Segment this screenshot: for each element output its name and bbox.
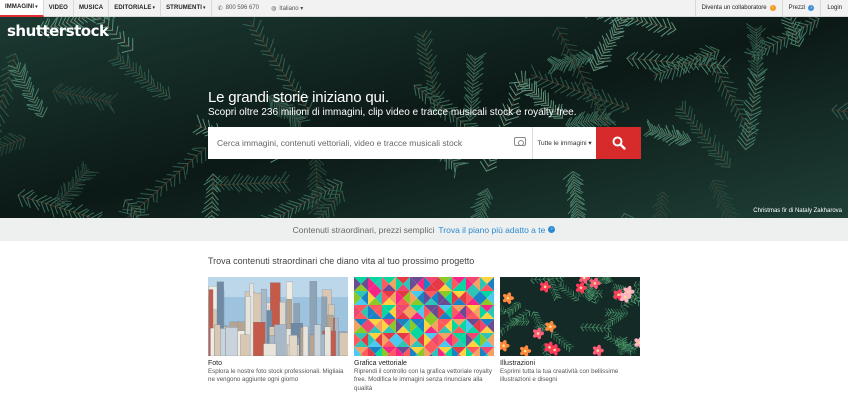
promo-strip: Contenuti straordinari, prezzi semplici … xyxy=(0,218,848,241)
phone-number: 800 596 670 xyxy=(225,5,260,11)
login-link[interactable]: Login xyxy=(820,0,848,17)
nav-tools[interactable]: STRUMENTI ▾ xyxy=(161,0,212,17)
section-title: Trova contenuti straordinari che diano v… xyxy=(208,256,475,266)
language-label: Italiano ▾ xyxy=(279,5,304,12)
arrow-right-icon: › xyxy=(769,5,776,11)
search-input[interactable]: Cerca immagini, contenuti vettoriali, vi… xyxy=(208,127,532,159)
nav-video-label: VIDEO xyxy=(48,5,68,11)
contributor-link[interactable]: Diventa un collaboratore › xyxy=(694,0,782,17)
arrow-right-icon[interactable]: › xyxy=(548,226,556,233)
nav-images[interactable]: IMMAGINI ▾ xyxy=(0,0,44,17)
phone-link[interactable]: ✆ 800 596 670 xyxy=(212,0,265,17)
nav-music[interactable]: MUSICA xyxy=(74,0,110,17)
hero-headline: Le grandi storie iniziano qui. xyxy=(208,89,389,106)
globe-icon: ◍ xyxy=(271,5,277,12)
photos-thumbnail[interactable] xyxy=(208,277,348,356)
chevron-down-icon: ▾ xyxy=(202,5,206,11)
image-type-dropdown[interactable]: Tutte le immagini ▾ xyxy=(532,127,596,159)
image-credit[interactable]: Christmas fir di Nataly Zakharova xyxy=(753,208,842,214)
login-label: Login xyxy=(827,5,842,11)
card-title[interactable]: Illustrazioni xyxy=(500,360,640,367)
camera-icon[interactable] xyxy=(514,137,526,146)
top-nav-right: Diventa un collaboratore › Prezzi › Login xyxy=(694,0,848,17)
card-title[interactable]: Foto xyxy=(208,360,348,367)
vectors-thumbnail[interactable] xyxy=(354,277,494,356)
language-selector[interactable]: ◍ Italiano ▾ xyxy=(265,0,309,17)
pricing-label: Prezzi xyxy=(788,5,806,11)
nav-tools-label: STRUMENTI xyxy=(166,5,202,11)
nav-editorial[interactable]: EDITORIALE ▾ xyxy=(109,0,162,17)
category-card-illustrations: Illustrazioni Esprimi tutta la tua creat… xyxy=(500,277,640,385)
plans-link[interactable]: Trova il piano più adatto a te xyxy=(438,225,545,235)
phone-icon: ✆ xyxy=(217,5,223,12)
hero-banner: shutterstock Le grandi storie iniziano q… xyxy=(0,17,848,218)
card-description: Esprimi tutta la tua creatività con bell… xyxy=(500,368,619,384)
contributor-label: Diventa un collaboratore xyxy=(701,5,767,11)
nav-music-label: MUSICA xyxy=(78,5,104,11)
image-type-label: Tutte le immagini ▾ xyxy=(537,140,592,147)
search-placeholder: Cerca immagini, contenuti vettoriali, vi… xyxy=(217,138,463,148)
category-card-photos: Foto Esplora le nostre foto stock profes… xyxy=(208,277,348,385)
card-description: Riprendi il controllo con la grafica vet… xyxy=(354,368,492,392)
search-icon xyxy=(612,136,626,150)
category-card-vectors: Grafica vettoriale Riprendi il controllo… xyxy=(354,277,494,393)
illustrations-thumbnail[interactable] xyxy=(500,277,640,356)
promo-text: Contenuti straordinari, prezzi semplici xyxy=(292,224,435,235)
search-bar: Cerca immagini, contenuti vettoriali, vi… xyxy=(208,127,641,159)
top-navigation: IMMAGINI ▾ VIDEO MUSICA EDITORIALE ▾ STRUM… xyxy=(0,0,848,17)
nav-video[interactable]: VIDEO xyxy=(44,0,74,17)
search-button[interactable] xyxy=(596,127,641,159)
card-title[interactable]: Grafica vettoriale xyxy=(354,360,494,367)
chevron-down-icon: ▾ xyxy=(152,5,156,11)
chevron-down-icon: ▾ xyxy=(35,4,38,10)
nav-editorial-label: EDITORIALE xyxy=(114,5,152,11)
pricing-link[interactable]: Prezzi › xyxy=(781,0,821,17)
shutterstock-logo[interactable]: shutterstock xyxy=(7,22,109,40)
card-description: Esplora le nostre foto stock professiona… xyxy=(208,368,344,384)
arrow-right-icon: › xyxy=(808,5,815,11)
hero-subline: Scopri oltre 236 milioni di immagini, cl… xyxy=(208,107,577,118)
nav-images-label: IMMAGINI xyxy=(5,4,35,10)
